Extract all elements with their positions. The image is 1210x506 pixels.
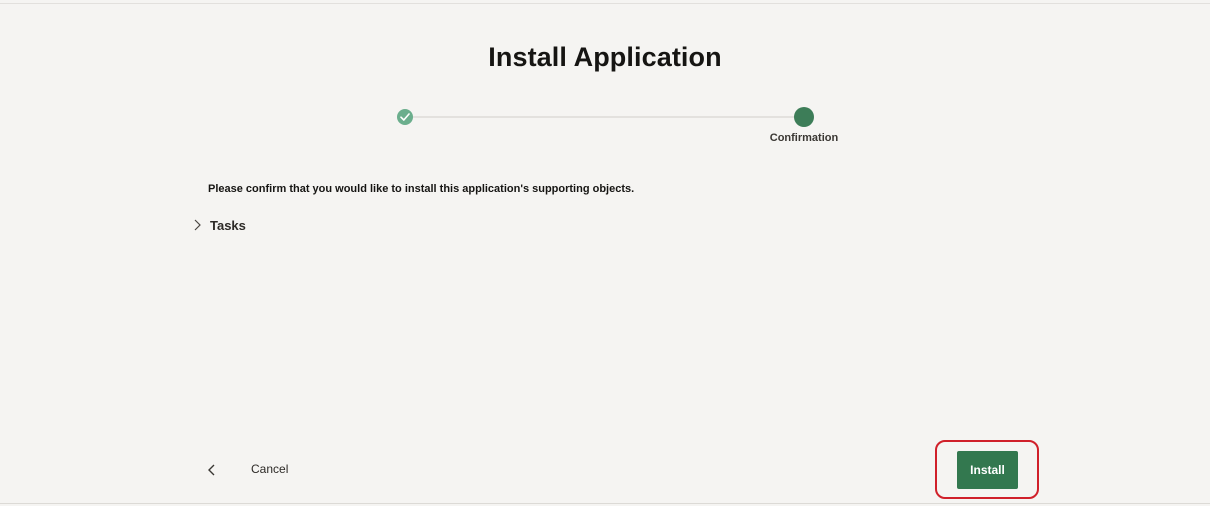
bottom-divider [0,503,1210,504]
wizard-step-label: Confirmation [769,132,839,144]
tasks-disclosure[interactable]: Tasks [192,216,246,234]
wizard-progress: Confirmation [0,0,1210,160]
confirmation-message: Please confirm that you would like to in… [208,183,635,195]
back-button[interactable] [202,460,222,480]
wizard-step-current [794,107,814,127]
chevron-right-icon [194,219,201,231]
cancel-button[interactable]: Cancel [243,462,296,476]
check-icon [400,113,410,121]
tasks-label: Tasks [210,217,246,233]
wizard-step-completed [397,109,413,125]
chevron-left-icon [208,464,215,476]
install-button[interactable]: Install [957,451,1018,489]
wizard-progress-line [405,116,804,118]
